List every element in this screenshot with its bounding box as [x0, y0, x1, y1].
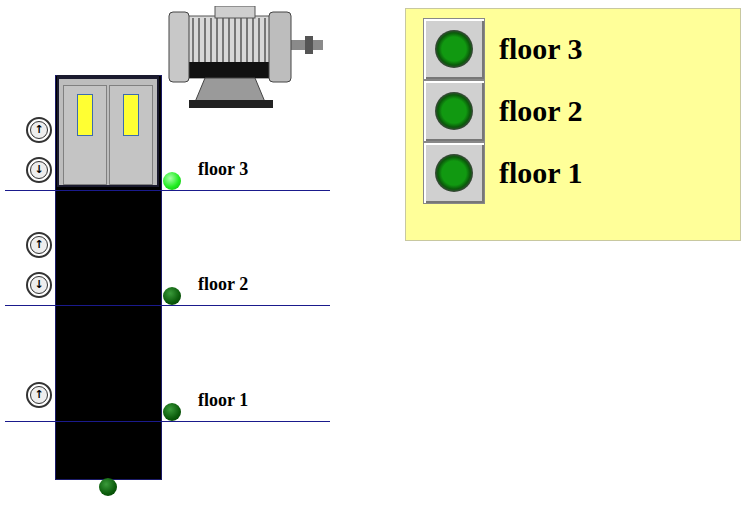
pit-sensor [99, 478, 117, 496]
floor-sensor [163, 172, 181, 190]
door-window [77, 94, 93, 136]
call-button[interactable]: ↓ [26, 157, 52, 183]
floor-button-label: floor 1 [499, 155, 583, 191]
elevator-screen: floor 3 ↑ ↓ floor 2 ↑ ↓ floor 1 ↑ floor 3 floor 2… [0, 0, 750, 510]
call-arrow-icon: ↑ [30, 121, 48, 139]
panel-row: floor 2 [423, 80, 740, 142]
lamp-icon [435, 30, 473, 68]
call-arrow-icon: ↓ [30, 276, 48, 294]
floor-sensor [163, 287, 181, 305]
door-window [123, 94, 139, 136]
call-button[interactable]: ↑ [26, 232, 52, 258]
floor-button-label: floor 2 [499, 93, 583, 129]
floor-line [5, 421, 330, 422]
lamp-icon [435, 92, 473, 130]
call-arrow-icon: ↓ [30, 161, 48, 179]
panel-row: floor 1 [423, 142, 740, 204]
floor-button[interactable] [423, 80, 485, 142]
floor-label: floor 3 [198, 159, 248, 180]
panel-row: floor 3 [423, 18, 740, 80]
right-door [109, 85, 153, 185]
car-panel: floor 3 floor 2 floor 1 [405, 8, 741, 241]
motor-icon [165, 6, 325, 112]
floor-line [5, 190, 330, 191]
call-arrow-icon: ↑ [30, 386, 48, 404]
floor-label: floor 1 [198, 390, 248, 411]
lamp-icon [435, 154, 473, 192]
floor-button[interactable] [423, 142, 485, 204]
floor-sensor [163, 403, 181, 421]
call-button[interactable]: ↓ [26, 272, 52, 298]
call-button[interactable]: ↑ [26, 382, 52, 408]
floor-label: floor 2 [198, 274, 248, 295]
floor-button[interactable] [423, 18, 485, 80]
call-arrow-icon: ↑ [30, 236, 48, 254]
floor-button-label: floor 3 [499, 31, 583, 67]
call-button[interactable]: ↑ [26, 117, 52, 143]
elevator-car [57, 75, 159, 187]
floor-line [5, 305, 330, 306]
left-door [63, 85, 107, 185]
